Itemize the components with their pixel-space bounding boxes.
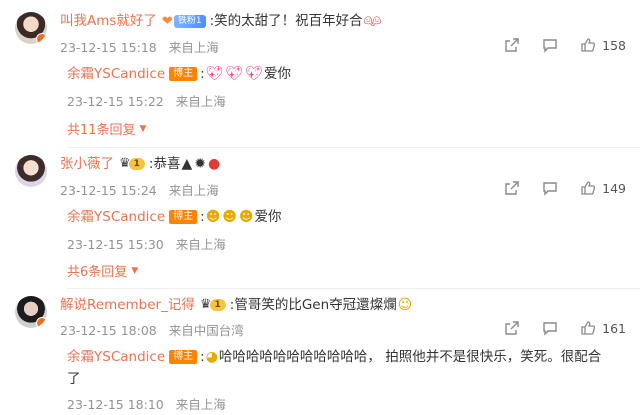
laughing-emoji-icon: ☻	[238, 209, 254, 225]
reply-meta: 23-12-15 15:22 来自上海	[67, 91, 226, 110]
grinning-emoji-icon: ☺	[397, 297, 413, 313]
avatar[interactable]	[15, 12, 47, 44]
comment-actions: 158	[504, 37, 626, 53]
more-replies-link[interactable]: 共6条回复 ▼	[67, 261, 138, 280]
comment-actions: 149	[504, 180, 626, 196]
reply-location: 来自上海	[175, 237, 226, 252]
like-button[interactable]: 149	[580, 180, 626, 196]
doge-emoji-icon: ◕	[205, 349, 218, 365]
thumbs-up-icon	[581, 38, 596, 52]
reply-time: 23-12-15 15:22	[67, 94, 164, 109]
vip-level: 1	[128, 158, 145, 170]
caret-down-icon: ▼	[131, 265, 139, 276]
reply-text: 哈哈哈哈哈哈哈哈哈哈哈， 拍照他并不是很快乐，笑死。很配合	[218, 349, 602, 365]
owner-badge: 博主	[169, 67, 198, 81]
heart-emoji-icon: 💖︎	[225, 66, 244, 82]
reply-line: 余霜YSCandice 博主 : 💖︎ 💖︎ 💖︎ 爱你	[67, 65, 291, 83]
comment-meta: 23-12-15 15:24 来自上海	[60, 180, 219, 199]
vip-badge[interactable]: ♛ 1	[200, 298, 226, 312]
fan-badge[interactable]: ❤ 铁粉1	[162, 14, 206, 29]
share-icon[interactable]	[504, 37, 520, 53]
balloon-emoji-icon: ●	[208, 156, 221, 172]
avatar[interactable]	[15, 296, 47, 328]
like-button[interactable]: 158	[580, 37, 626, 53]
thumbs-up-icon	[581, 321, 596, 335]
vip-level: 1	[209, 299, 226, 311]
reply-meta: 23-12-15 15:30 来自上海	[67, 234, 226, 253]
thumbs-up-icon	[581, 181, 596, 195]
like-count: 161	[602, 320, 626, 336]
reply-location: 来自上海	[175, 94, 226, 109]
comment-item: 叫我Ams就好了 ❤ 铁粉1 :笑的太甜了！祝百年好合 👫︎ 23-12-15 …	[0, 0, 640, 150]
heart-emoji-icon: 💖︎	[205, 66, 224, 82]
reply-line: 余霜YSCandice 博主 : ◕ 哈哈哈哈哈哈哈哈哈哈哈， 拍照他并不是很快…	[67, 348, 601, 366]
comment-location: 来自上海	[168, 183, 219, 198]
avatar[interactable]	[15, 155, 47, 187]
verified-badge-icon	[36, 33, 47, 44]
reply-text-continued: 了	[67, 371, 81, 387]
reply-line: 余霜YSCandice 博主 : ☻ ☻ ☻ 爱你	[67, 208, 282, 226]
comment-time: 23-12-15 15:24	[60, 183, 157, 198]
laughing-emoji-icon: ☻	[222, 209, 237, 225]
reply-location: 来自上海	[175, 397, 226, 412]
share-icon[interactable]	[504, 320, 520, 336]
comment-icon[interactable]	[542, 37, 558, 53]
divider	[67, 288, 640, 289]
vip-badge[interactable]: ♛ 1	[119, 157, 145, 171]
caret-down-icon: ▼	[139, 123, 147, 134]
comment-location: 来自中国台湾	[168, 323, 244, 338]
more-replies-label: 共6条回复	[67, 265, 128, 280]
comment-location: 来自上海	[168, 40, 219, 55]
comment-username[interactable]: 张小薇了	[60, 155, 114, 173]
comment-username[interactable]: 叫我Ams就好了	[60, 12, 157, 30]
couple-emoji-icon: 👫︎	[363, 13, 382, 29]
reply-text: 爱你	[264, 66, 292, 82]
comment-time: 23-12-15 18:08	[60, 323, 157, 338]
laughing-emoji-icon: ☻	[205, 209, 221, 225]
comment-username[interactable]: 解说Remember_记得	[60, 296, 195, 314]
comment-actions: 161	[504, 320, 626, 336]
reply-username[interactable]: 余霜YSCandice	[67, 65, 165, 83]
comment-meta: 23-12-15 15:18 来自上海	[60, 37, 219, 56]
party-hat-emoji-icon: ▲	[181, 156, 193, 172]
reply-meta: 23-12-15 18:10 来自上海	[67, 394, 226, 413]
comment-line: 张小薇了 ♛ 1 :恭喜 ▲ ✹ ●	[60, 155, 221, 173]
comment-line: 叫我Ams就好了 ❤ 铁粉1 :笑的太甜了！祝百年好合 👫︎	[60, 12, 382, 30]
reply-colon: :	[200, 209, 205, 225]
fan-badge-label: 铁粉1	[173, 14, 206, 28]
share-icon[interactable]	[504, 180, 520, 196]
reply-colon: :	[200, 349, 205, 365]
comment-line: 解说Remember_记得 ♛ 1 :管哥笑的比Gen夺冠還燦爛 ☺	[60, 296, 413, 314]
more-replies-link[interactable]: 共11条回复 ▼	[67, 119, 146, 138]
reply-line-continued: 了	[67, 370, 81, 388]
comment-text: :笑的太甜了！祝百年好合	[209, 13, 363, 29]
reply-time: 23-12-15 18:10	[67, 397, 164, 412]
comment-time: 23-12-15 15:18	[60, 40, 157, 55]
fan-heart-icon: ❤	[161, 13, 173, 29]
reply-time: 23-12-15 15:30	[67, 237, 164, 252]
like-button[interactable]: 161	[580, 320, 626, 336]
reply-username[interactable]: 余霜YSCandice	[67, 208, 165, 226]
divider	[67, 147, 640, 148]
owner-badge: 博主	[169, 350, 198, 364]
comment-text: :管哥笑的比Gen夺冠還燦爛	[229, 297, 397, 313]
verified-badge-icon	[36, 317, 47, 328]
comment-meta: 23-12-15 18:08 来自中国台湾	[60, 320, 244, 339]
reply-username[interactable]: 余霜YSCandice	[67, 348, 165, 366]
comment-icon[interactable]	[542, 180, 558, 196]
comment-text: :恭喜	[148, 156, 181, 172]
more-replies-label: 共11条回复	[67, 123, 136, 138]
owner-badge: 博主	[169, 210, 198, 224]
like-count: 149	[602, 180, 626, 196]
reply-text: 爱你	[254, 209, 282, 225]
like-count: 158	[602, 37, 626, 53]
reply-colon: :	[200, 66, 205, 82]
heart-emoji-icon: 💖︎	[245, 66, 264, 82]
comment-icon[interactable]	[542, 320, 558, 336]
firework-emoji-icon: ✹	[194, 156, 206, 172]
